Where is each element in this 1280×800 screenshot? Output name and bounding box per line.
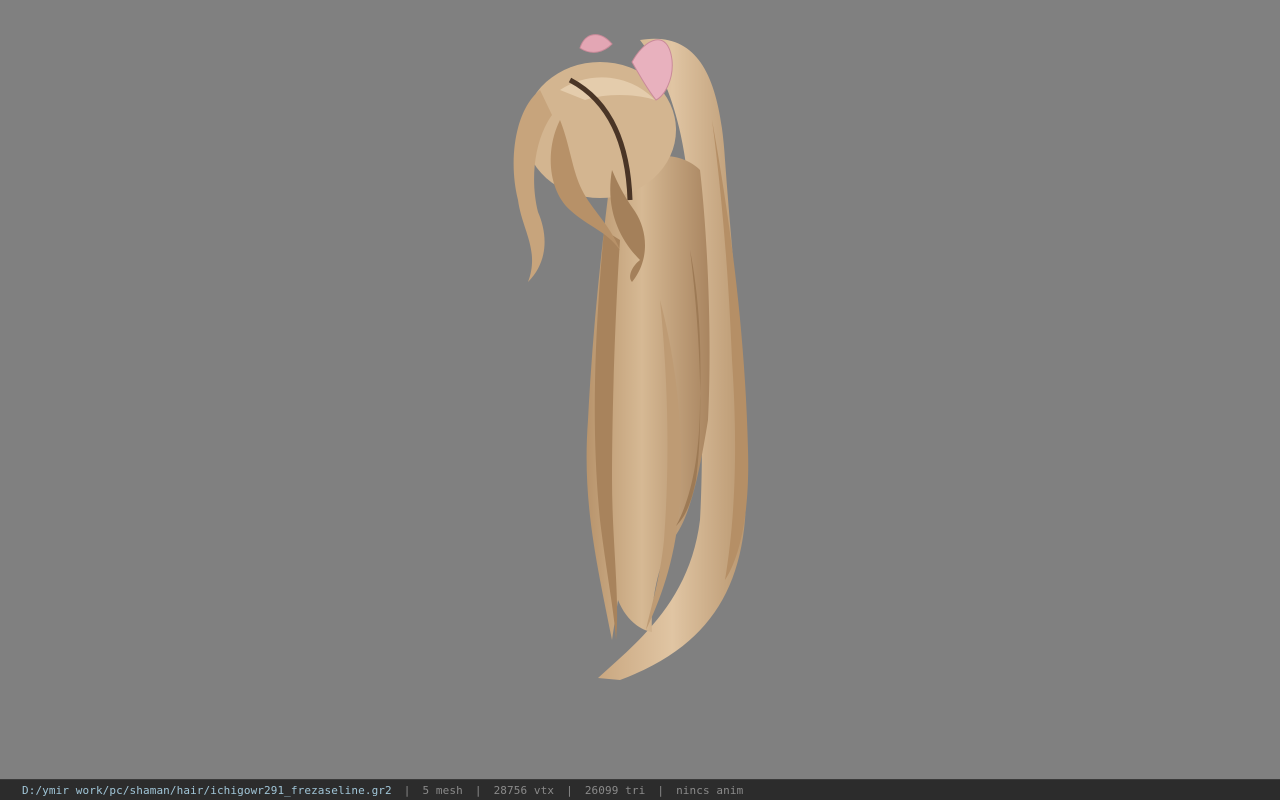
separator: | xyxy=(474,783,482,797)
vertex-count: 28756 vtx xyxy=(493,783,555,797)
anim-status: nincs anim xyxy=(676,783,744,797)
status-bar: D:/ymir work/pc/shaman/hair/ichigowr291_… xyxy=(0,779,1280,800)
triangle-count: 26099 tri xyxy=(584,783,646,797)
separator: | xyxy=(566,783,573,797)
3d-viewport[interactable] xyxy=(0,0,1280,779)
separator: | xyxy=(403,783,411,797)
mesh-count: 5 mesh xyxy=(422,783,463,797)
separator: | xyxy=(657,783,665,797)
bangs-left xyxy=(513,90,552,282)
file-path: D:/ymir work/pc/shaman/hair/ichigowr291_… xyxy=(22,783,392,797)
bow-left xyxy=(579,34,613,53)
hair-model xyxy=(513,34,749,681)
